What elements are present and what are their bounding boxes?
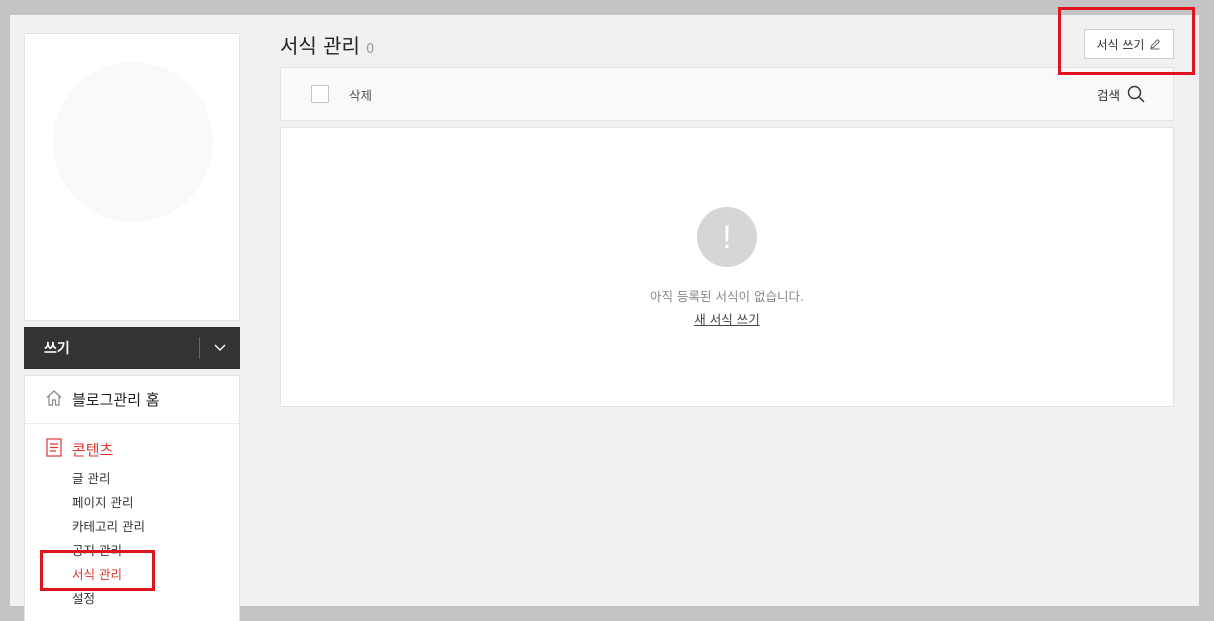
sidebar-item-pages[interactable]: 페이지 관리 bbox=[72, 491, 239, 515]
template-count: 0 bbox=[365, 42, 375, 57]
new-template-link[interactable]: 새 서식 쓰기 bbox=[694, 312, 759, 327]
sidebar-section-label: 콘텐츠 bbox=[72, 441, 114, 459]
document-icon bbox=[45, 438, 63, 461]
search-icon bbox=[1127, 85, 1145, 103]
new-template-link-wrap: 새 서식 쓰기 bbox=[281, 309, 1173, 328]
sidebar-item-label: 블로그관리 홈 bbox=[72, 391, 160, 409]
sidebar-section-contents[interactable]: 콘텐츠 bbox=[25, 438, 239, 461]
highlight-box-write-button bbox=[1058, 7, 1195, 75]
empty-message: 아직 등록된 서식이 없습니다. bbox=[650, 289, 804, 304]
sidebar-item-categories[interactable]: 카테고리 관리 bbox=[72, 515, 239, 539]
write-button[interactable]: 쓰기 bbox=[24, 338, 199, 358]
template-list-empty: ! 아직 등록된 서식이 없습니다. 새 서식 쓰기 bbox=[280, 127, 1174, 407]
list-toolbar: 삭제 검색 bbox=[280, 67, 1174, 121]
write-menu-bar: 쓰기 bbox=[24, 327, 240, 369]
page-title: 서식 관리 bbox=[280, 34, 360, 58]
delete-button[interactable]: 삭제 bbox=[349, 85, 372, 104]
blog-profile-card bbox=[24, 33, 240, 321]
select-all-checkbox[interactable] bbox=[311, 85, 329, 103]
profile-image[interactable] bbox=[53, 62, 213, 222]
page-header: 서식 관리 0 bbox=[280, 30, 374, 59]
chevron-down-icon[interactable] bbox=[200, 327, 240, 369]
sidebar-item-blog-home[interactable]: 블로그관리 홈 bbox=[25, 376, 239, 424]
sidebar-item-posts[interactable]: 글 관리 bbox=[72, 467, 239, 491]
search-label: 검색 bbox=[1096, 87, 1120, 103]
highlight-box-template-menu bbox=[40, 550, 155, 591]
search-button[interactable]: 검색 bbox=[1097, 85, 1145, 104]
home-icon bbox=[45, 389, 63, 411]
alert-icon: ! bbox=[697, 207, 757, 267]
